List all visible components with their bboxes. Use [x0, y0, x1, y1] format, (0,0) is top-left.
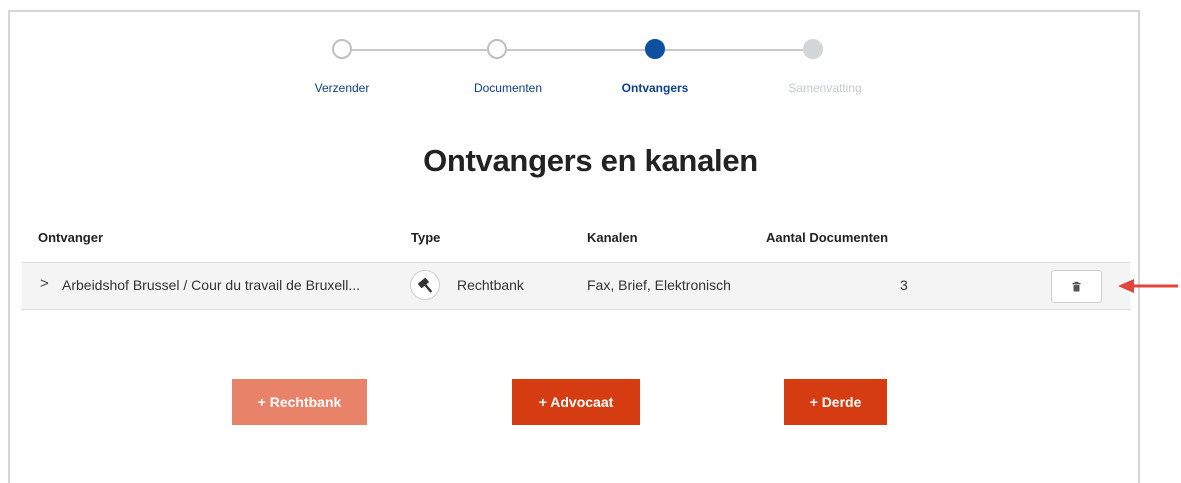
step-samenvatting-indicator [803, 39, 823, 59]
expand-row-chevron-icon[interactable]: > [40, 275, 49, 292]
step-connector [352, 49, 487, 51]
step-samenvatting-label: Samenvatting [788, 81, 862, 95]
add-third-party-button[interactable]: + Derde [784, 379, 887, 425]
page-title: Ontvangers en kanalen [423, 143, 758, 178]
column-header-channels: Kanalen [587, 230, 638, 245]
gavel-icon [410, 270, 440, 300]
step-connector [507, 49, 645, 51]
step-verzender-label[interactable]: Verzender [282, 81, 402, 95]
row-type: Rechtbank [457, 277, 524, 293]
column-header-doc-count: Aantal Documenten [766, 230, 889, 245]
column-header-recipient: Ontvanger [38, 230, 104, 245]
step-documenten-label[interactable]: Documenten [448, 81, 568, 95]
trash-icon [1072, 281, 1081, 292]
step-verzender-indicator[interactable] [332, 39, 352, 59]
step-documenten-indicator[interactable] [487, 39, 507, 59]
delete-recipient-button[interactable] [1051, 270, 1102, 303]
step-connector [665, 49, 803, 51]
row-channels: Fax, Brief, Elektronisch [587, 277, 731, 293]
row-doc-count: 3 [900, 277, 908, 293]
step-ontvangers-label: Ontvangers [621, 81, 689, 95]
step-ontvangers-indicator [645, 39, 665, 59]
add-lawyer-button[interactable]: + Advocaat [512, 379, 640, 425]
column-header-type: Type [411, 230, 441, 245]
annotation-arrow-icon [1118, 279, 1178, 293]
add-court-button[interactable]: + Rechtbank [232, 379, 367, 425]
row-recipient-name: Arbeidshof Brussel / Cour du travail de … [62, 277, 361, 293]
progress-stepper: Verzender Documenten Ontvangers Samenvat… [0, 0, 1181, 110]
